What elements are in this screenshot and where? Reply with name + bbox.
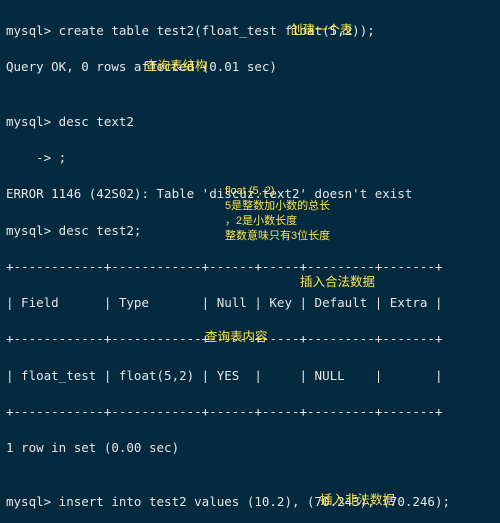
term-line: mysql> desc text2 (6, 113, 494, 131)
annotation-float-line2: 5是整数加小数的总长 (225, 200, 330, 214)
annotation-float-line3: ，2是小数长度 (225, 215, 297, 229)
term-line: Query OK, 0 rows affected (0.01 sec) (6, 58, 494, 76)
term-line: +------------+------------+------+-----+… (6, 403, 494, 421)
term-line: mysql> insert into test2 values (10.2), … (6, 493, 494, 511)
term-line: -> ; (6, 149, 494, 167)
annotation-desc-struct: 查询表结构 (145, 57, 208, 75)
annotation-float-line4: 整数意味只有3位长度 (225, 230, 330, 244)
annotation-create-table: 创建一个表 (290, 21, 353, 39)
term-line: 1 row in set (0.00 sec) (6, 439, 494, 457)
annotation-insert-illegal: 插入非法数据 (320, 491, 395, 509)
annotation-float-line1: float (5, 2) (225, 185, 275, 199)
term-line: mysql> create table test2(float_test flo… (6, 22, 494, 40)
term-line: +------------+------------+------+-----+… (6, 258, 494, 276)
annotation-insert-legal: 插入合法数据 (300, 273, 375, 291)
term-line: | float_test | float(5,2) | YES | | NULL… (6, 367, 494, 385)
term-line: | Field | Type | Null | Key | Default | … (6, 294, 494, 312)
annotation-select-content: 查询表内容 (205, 328, 268, 346)
terminal[interactable]: mysql> create table test2(float_test flo… (0, 0, 500, 523)
